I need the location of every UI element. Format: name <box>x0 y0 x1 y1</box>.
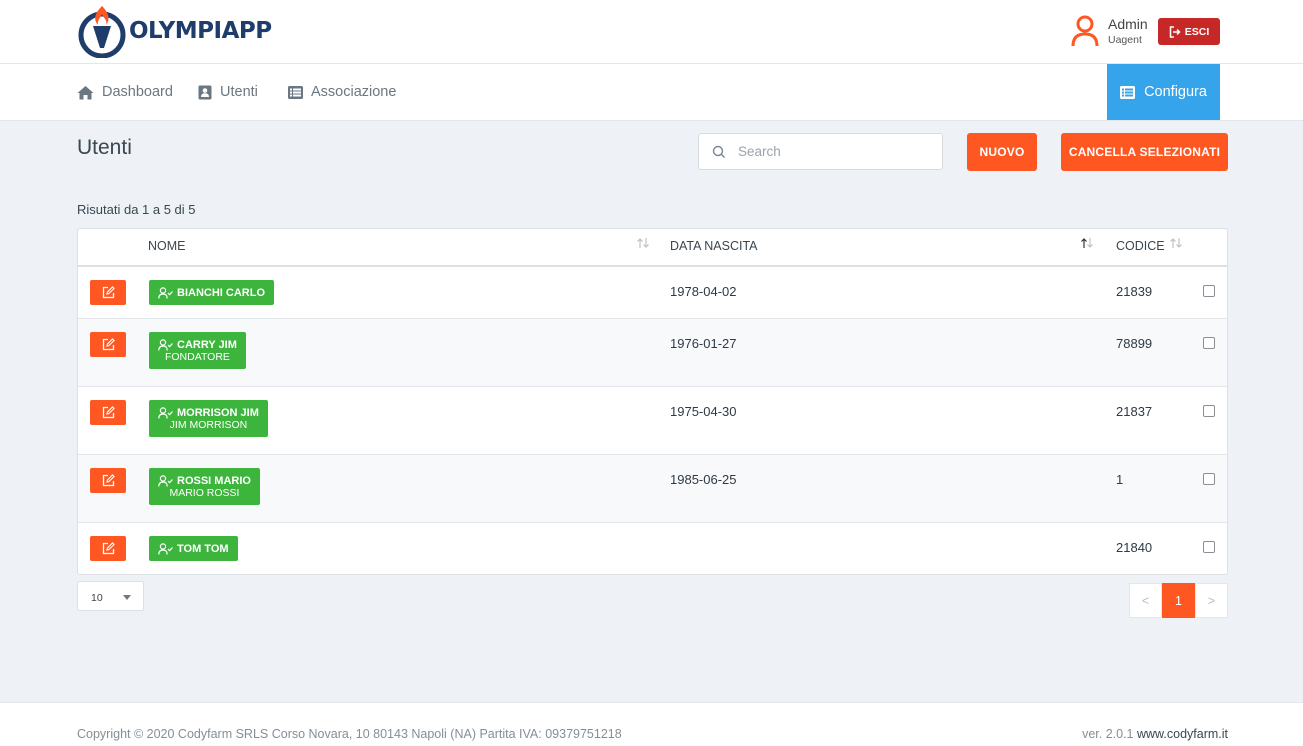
user-name: Admin <box>1108 15 1148 32</box>
nav-label-dashboard: Dashboard <box>102 84 173 100</box>
page-size-select[interactable]: 10 <box>77 581 144 611</box>
edit-button[interactable] <box>90 468 126 493</box>
user-check-icon <box>158 406 173 419</box>
logout-label: ESCI <box>1184 25 1210 38</box>
row-checkbox[interactable] <box>1203 405 1215 417</box>
user-subtitle: JIM MORRISON <box>169 419 248 431</box>
edit-icon <box>102 474 115 487</box>
sort-ascending-icon[interactable] <box>1080 237 1094 249</box>
list-icon <box>1120 85 1136 99</box>
address-book-icon <box>198 85 212 99</box>
user-name-badge[interactable]: TOM TOM <box>149 536 238 561</box>
user-subtitle: MARIO ROSSI <box>169 487 240 499</box>
user-check-icon <box>158 338 173 351</box>
page-title: Utenti <box>77 136 132 159</box>
edit-button[interactable] <box>90 400 126 425</box>
user-name-text: BIANCHI CARLO <box>177 286 265 299</box>
nav-item-dashboard[interactable]: Dashboard <box>77 64 173 120</box>
row-checkbox[interactable] <box>1203 541 1215 553</box>
table-row: CARRY JIM FONDATORE 1976-01-27 78899 <box>78 319 1227 387</box>
edit-icon <box>102 542 115 555</box>
user-check-icon <box>158 542 173 555</box>
birth-date: 1976-01-27 <box>670 336 737 351</box>
edit-icon <box>102 338 115 351</box>
nav-label-utenti: Utenti <box>220 84 258 100</box>
nav-label-associazione: Associazione <box>311 84 397 100</box>
copyright-text: Copyright © 2020 Codyfarm SRLS Corso Nov… <box>77 727 622 741</box>
birth-date: 1978-04-02 <box>670 284 737 299</box>
sort-icon[interactable] <box>1169 237 1183 249</box>
table-row: TOM TOM 21840 <box>78 523 1227 574</box>
home-icon <box>77 85 94 99</box>
birth-date: 1975-04-30 <box>670 404 737 419</box>
new-button[interactable]: NUOVO <box>967 133 1037 171</box>
table-row: ROSSI MARIO MARIO ROSSI 1985-06-25 1 <box>78 455 1227 523</box>
table-row: MORRISON JIM JIM MORRISON 1975-04-30 218… <box>78 387 1227 455</box>
user-code: 78899 <box>1116 336 1153 351</box>
main-nav: Dashboard Utenti Associazione Configura <box>0 64 1303 121</box>
next-page-button[interactable]: > <box>1195 583 1228 618</box>
version-text: ver. 2.0.1 <box>1082 727 1134 741</box>
version-info: ver. 2.0.1 www.codyfarm.it <box>1082 727 1228 741</box>
prev-page-button[interactable]: < <box>1129 583 1162 618</box>
user-check-icon <box>158 286 173 299</box>
sort-icon[interactable] <box>636 237 650 249</box>
user-code: 21840 <box>1116 540 1153 555</box>
user-role: Uagent <box>1108 33 1142 46</box>
column-header-nome[interactable]: NOME <box>148 239 186 253</box>
page-size-value: 10 <box>91 592 103 604</box>
results-count: Risutati da 1 a 5 di 5 <box>77 202 196 217</box>
row-checkbox[interactable] <box>1203 285 1215 297</box>
user-code: 21837 <box>1116 404 1153 419</box>
top-bar: OLYMPIAPP Admin Uagent ESCI <box>0 0 1303 64</box>
user-icon <box>1071 15 1099 47</box>
search-icon <box>712 145 725 158</box>
table-row: BIANCHI CARLO 1978-04-02 21839 <box>78 267 1227 319</box>
nav-item-configura[interactable]: Configura <box>1107 64 1220 120</box>
edit-icon <box>102 406 115 419</box>
user-name-text: CARRY JIM <box>177 338 237 351</box>
torch-logo-icon <box>78 6 126 58</box>
user-menu[interactable]: Admin Uagent <box>1070 14 1148 48</box>
user-name-text: TOM TOM <box>177 542 229 555</box>
user-check-icon <box>158 474 173 487</box>
edit-button[interactable] <box>90 536 126 561</box>
delete-selected-button[interactable]: CANCELLA SELEZIONATI <box>1061 133 1228 171</box>
user-subtitle: FONDATORE <box>164 351 230 363</box>
app-logo[interactable]: OLYMPIAPP <box>77 4 272 58</box>
row-checkbox[interactable] <box>1203 337 1215 349</box>
user-name-text: ROSSI MARIO <box>177 474 251 487</box>
table-header: NOME DATA NASCITA CODICE <box>78 229 1227 267</box>
users-table: NOME DATA NASCITA CODICE BIANCHI CARLO 1… <box>77 228 1228 575</box>
nav-label-configura: Configura <box>1144 84 1207 100</box>
logo-text: OLYMPIAPP <box>129 18 272 44</box>
search-input[interactable] <box>738 144 928 159</box>
user-code: 1 <box>1116 472 1124 487</box>
column-header-data-nascita[interactable]: DATA NASCITA <box>670 239 758 253</box>
edit-button[interactable] <box>90 332 126 357</box>
nav-item-associazione[interactable]: Associazione <box>288 64 396 120</box>
company-link[interactable]: www.codyfarm.it <box>1137 727 1228 741</box>
birth-date: 1985-06-25 <box>670 472 737 487</box>
user-code: 21839 <box>1116 284 1153 299</box>
search-box[interactable] <box>698 133 943 170</box>
user-name-badge[interactable]: ROSSI MARIO MARIO ROSSI <box>149 468 260 505</box>
user-name-badge[interactable]: MORRISON JIM JIM MORRISON <box>149 400 268 437</box>
caret-down-icon <box>123 595 131 600</box>
page-button-current[interactable]: 1 <box>1162 583 1195 618</box>
logout-button[interactable]: ESCI <box>1158 18 1220 45</box>
edit-button[interactable] <box>90 280 126 305</box>
user-name-badge[interactable]: BIANCHI CARLO <box>149 280 274 305</box>
column-header-codice[interactable]: CODICE <box>1116 239 1165 253</box>
logout-icon <box>1169 25 1181 38</box>
pagination: < 1 > <box>1129 583 1228 618</box>
edit-icon <box>102 286 115 299</box>
nav-item-utenti[interactable]: Utenti <box>198 64 258 120</box>
list-icon <box>288 85 303 99</box>
user-name-text: MORRISON JIM <box>177 406 259 419</box>
user-name-badge[interactable]: CARRY JIM FONDATORE <box>149 332 246 369</box>
footer: Copyright © 2020 Codyfarm SRLS Corso Nov… <box>0 702 1303 746</box>
row-checkbox[interactable] <box>1203 473 1215 485</box>
